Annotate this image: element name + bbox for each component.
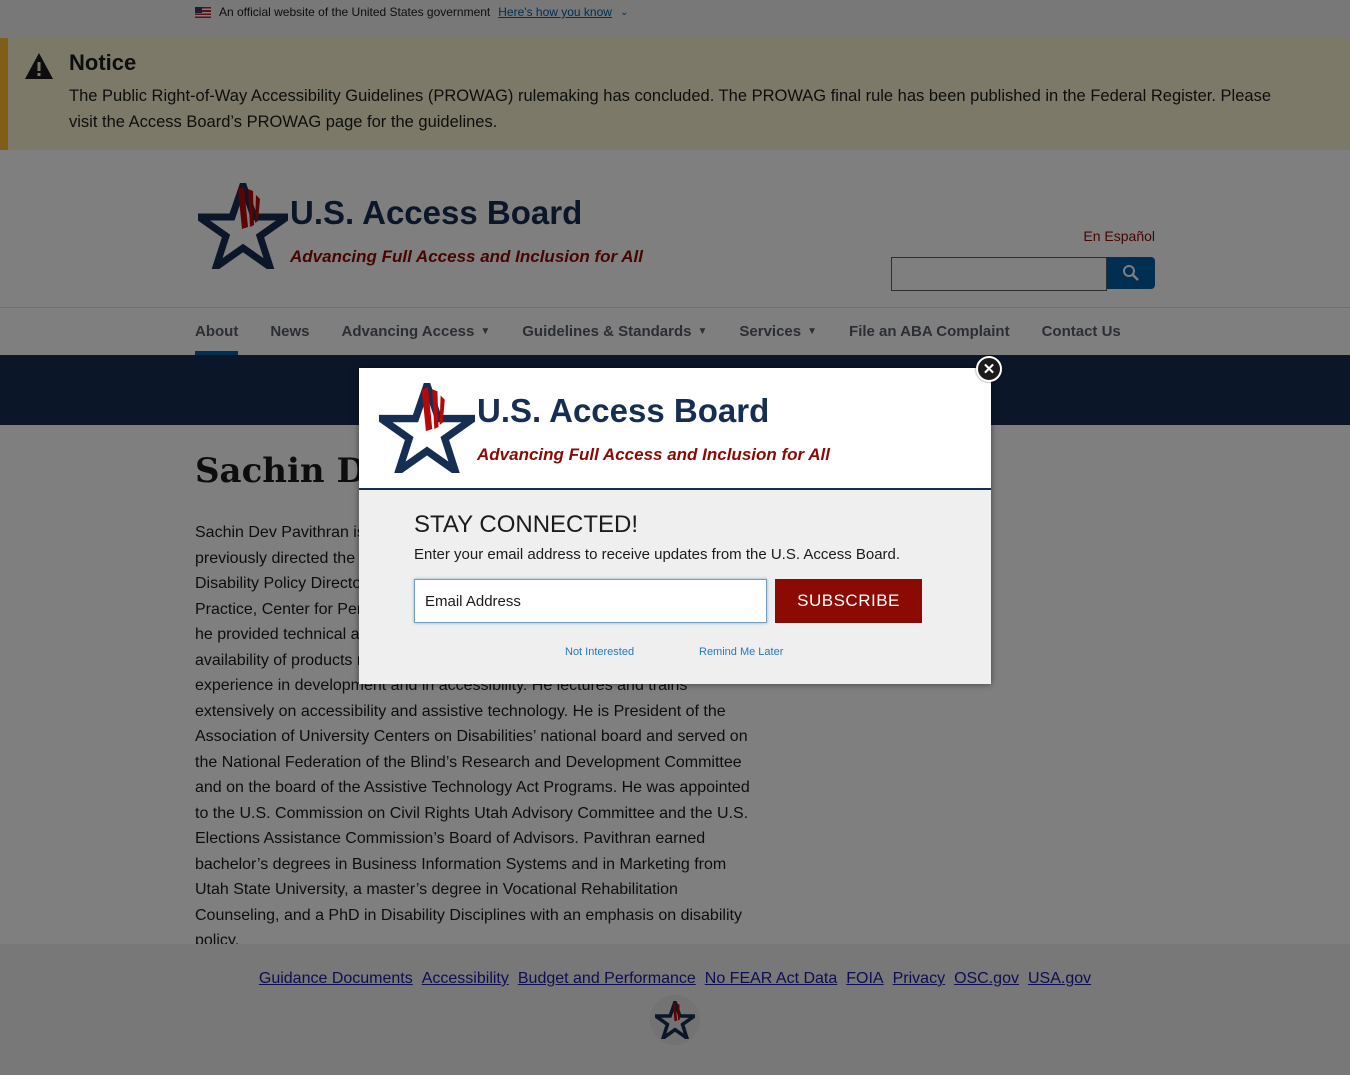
modal-heading: STAY CONNECTED! xyxy=(414,511,639,538)
modal-header: U.S. Access Board Advancing Full Access … xyxy=(359,368,991,490)
modal-site-title: U.S. Access Board xyxy=(477,392,770,429)
subscribe-modal: U.S. Access Board Advancing Full Access … xyxy=(359,356,1002,684)
modal-tagline: Advancing Full Access and Inclusion for … xyxy=(477,445,830,464)
remind-later-link[interactable]: Remind Me Later xyxy=(699,646,783,658)
close-icon[interactable]: ✕ xyxy=(976,356,1002,382)
subscribe-button[interactable]: SUBSCRIBE xyxy=(775,579,922,623)
email-input[interactable] xyxy=(414,579,767,623)
access-board-logo-icon xyxy=(379,383,475,473)
modal-subtext: Enter your email address to receive upda… xyxy=(414,546,901,563)
not-interested-link[interactable]: Not Interested xyxy=(565,646,634,658)
